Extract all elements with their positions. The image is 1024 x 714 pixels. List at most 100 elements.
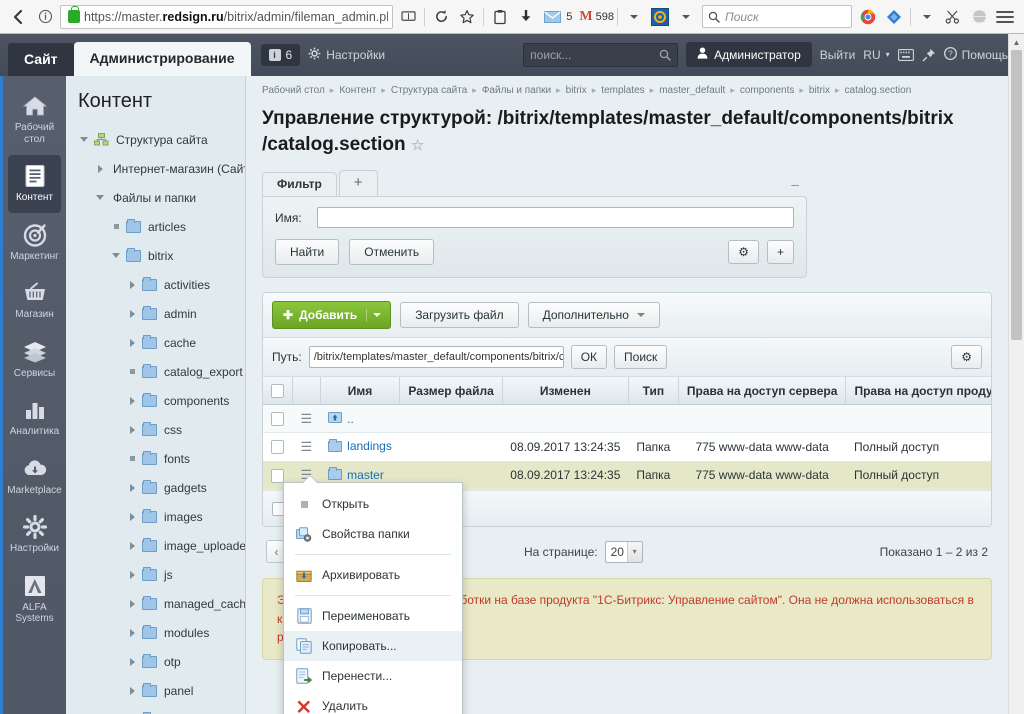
- file-name[interactable]: master: [347, 468, 384, 482]
- notifications-badge[interactable]: i 6: [260, 43, 301, 66]
- expand-arrow-icon[interactable]: [126, 598, 138, 610]
- browser-search-input[interactable]: Поиск: [702, 5, 852, 28]
- tree-node[interactable]: gadgets: [78, 473, 245, 502]
- context-menu-item[interactable]: Свойства папки: [284, 519, 462, 549]
- context-menu-item[interactable]: Переименовать: [284, 601, 462, 631]
- chevron-down-icon[interactable]: [673, 4, 699, 30]
- path-input[interactable]: /bitrix/templates/master_default/compone…: [308, 346, 564, 369]
- expand-arrow-icon[interactable]: [126, 569, 138, 581]
- path-ok-button[interactable]: ОК: [570, 345, 608, 370]
- menu-hamburger-icon[interactable]: [992, 4, 1018, 30]
- file-name-cell[interactable]: ..: [320, 404, 400, 434]
- mail-icon[interactable]: [539, 4, 565, 30]
- expand-arrow-icon[interactable]: [126, 424, 138, 436]
- tree-node[interactable]: image_uploade: [78, 531, 245, 560]
- breadcrumb-item[interactable]: master_default: [659, 85, 725, 96]
- user-button[interactable]: Администратор: [686, 42, 812, 67]
- back-icon[interactable]: [6, 4, 32, 30]
- help-link[interactable]: ? Помощь: [943, 46, 1008, 63]
- rail-item-desktop[interactable]: Рабочий стол: [8, 85, 61, 154]
- row-menu-cell[interactable]: ☰: [292, 404, 321, 434]
- expand-arrow-icon[interactable]: [126, 337, 138, 349]
- file-name-cell[interactable]: landings: [320, 432, 400, 462]
- tree-node[interactable]: js: [78, 560, 245, 589]
- table-row[interactable]: ☰..: [263, 404, 991, 434]
- reader-view-icon[interactable]: [395, 4, 421, 30]
- clipboard-icon[interactable]: [487, 4, 513, 30]
- expand-arrow-icon[interactable]: [126, 511, 138, 523]
- scissors-icon[interactable]: [940, 4, 966, 30]
- globe-icon[interactable]: [966, 4, 992, 30]
- keyboard-icon[interactable]: [897, 48, 914, 61]
- tab-site[interactable]: Сайт: [8, 43, 74, 76]
- settings-link[interactable]: Настройки: [308, 47, 385, 63]
- breadcrumb-item[interactable]: Контент: [339, 85, 376, 96]
- upload-file-button[interactable]: Загрузить файл: [400, 302, 519, 329]
- tab-filter[interactable]: Фильтр: [262, 172, 337, 197]
- bookmark-star-icon[interactable]: [454, 4, 480, 30]
- breadcrumb-item[interactable]: catalog.section: [845, 85, 912, 96]
- breadcrumb-item[interactable]: Файлы и папки: [482, 85, 551, 96]
- tab-administration[interactable]: Администрирование: [73, 42, 251, 76]
- tree-node[interactable]: Структура сайта: [78, 125, 245, 154]
- add-button[interactable]: ✚ Добавить: [272, 301, 392, 330]
- breadcrumb-item[interactable]: Рабочий стол: [262, 85, 325, 96]
- pin-icon[interactable]: [922, 48, 936, 62]
- collapse-arrow-icon[interactable]: [94, 192, 106, 204]
- app-square-icon[interactable]: [647, 4, 673, 30]
- chevron-down-icon[interactable]: [621, 4, 647, 30]
- row-checkbox[interactable]: [271, 412, 285, 427]
- rail-item-content[interactable]: Контент: [8, 155, 61, 213]
- tree-node[interactable]: images: [78, 502, 245, 531]
- expand-arrow-icon[interactable]: [126, 279, 138, 291]
- tree-node[interactable]: activities: [78, 270, 245, 299]
- filter-name-input[interactable]: [317, 207, 794, 229]
- chevron-down-icon[interactable]: [914, 4, 940, 30]
- row-actions-menu-icon[interactable]: ☰: [301, 439, 313, 454]
- tree-node[interactable]: bitrix: [78, 241, 245, 270]
- tree-node[interactable]: css: [78, 415, 245, 444]
- per-page-select[interactable]: 20 ▾: [604, 540, 643, 563]
- tree-node[interactable]: php_interface: [78, 705, 245, 714]
- rail-item-settings[interactable]: Настройки: [8, 506, 61, 564]
- address-bar[interactable]: https://master.redsign.ru/bitrix/admin/f…: [60, 4, 394, 29]
- rail-item-services[interactable]: Сервисы: [8, 331, 61, 389]
- diamond-addon-icon[interactable]: [881, 4, 907, 30]
- expand-arrow-icon[interactable]: [126, 482, 138, 494]
- row-checkbox[interactable]: [271, 468, 285, 483]
- expand-arrow-icon[interactable]: [126, 685, 138, 697]
- find-button[interactable]: Найти: [275, 239, 340, 266]
- table-header-control[interactable]: [263, 377, 293, 406]
- filter-settings-gear-icon[interactable]: ⚙: [728, 240, 759, 265]
- tree-node[interactable]: articles: [78, 212, 245, 241]
- rail-item-alfa-systems[interactable]: ALFA Systems: [8, 565, 61, 634]
- page-scrollbar[interactable]: ▲: [1008, 34, 1024, 714]
- path-search-button[interactable]: Поиск: [614, 345, 668, 370]
- scrollbar-thumb[interactable]: [1011, 50, 1022, 340]
- more-actions-button[interactable]: Дополнительно: [527, 302, 660, 329]
- collapse-arrow-icon[interactable]: [78, 134, 90, 146]
- logout-link[interactable]: Выйти: [820, 48, 856, 62]
- tree-node[interactable]: cache: [78, 328, 245, 357]
- file-name[interactable]: landings: [347, 439, 392, 453]
- rail-item-shop[interactable]: Магазин: [8, 272, 61, 330]
- add-filter-tab-button[interactable]: +: [338, 170, 378, 197]
- expand-arrow-icon[interactable]: [126, 627, 138, 639]
- scroll-up-icon[interactable]: ▲: [1009, 34, 1024, 50]
- admin-search-input[interactable]: поиск...: [523, 42, 679, 67]
- breadcrumb-item[interactable]: Структура сайта: [391, 85, 467, 96]
- filter-add-button[interactable]: +: [766, 240, 794, 265]
- reload-icon[interactable]: [428, 4, 454, 30]
- file-name[interactable]: ..: [347, 412, 354, 426]
- context-menu-item[interactable]: Удалить: [284, 691, 462, 714]
- context-menu-item[interactable]: Архивировать: [284, 560, 462, 590]
- collapse-arrow-icon[interactable]: [110, 250, 122, 262]
- expand-arrow-icon[interactable]: [126, 540, 138, 552]
- rail-item-marketing[interactable]: Маркетинг: [8, 214, 61, 272]
- tree-node[interactable]: panel: [78, 676, 245, 705]
- cancel-filter-button[interactable]: Отменить: [349, 239, 435, 266]
- rail-item-analytics[interactable]: Аналитика: [8, 389, 61, 447]
- row-checkbox-cell[interactable]: [263, 404, 293, 434]
- chrome-icon[interactable]: [855, 4, 881, 30]
- table-row[interactable]: ☰ landings 08.09.2017 13:24:35 Папка 775 www…: [263, 432, 991, 462]
